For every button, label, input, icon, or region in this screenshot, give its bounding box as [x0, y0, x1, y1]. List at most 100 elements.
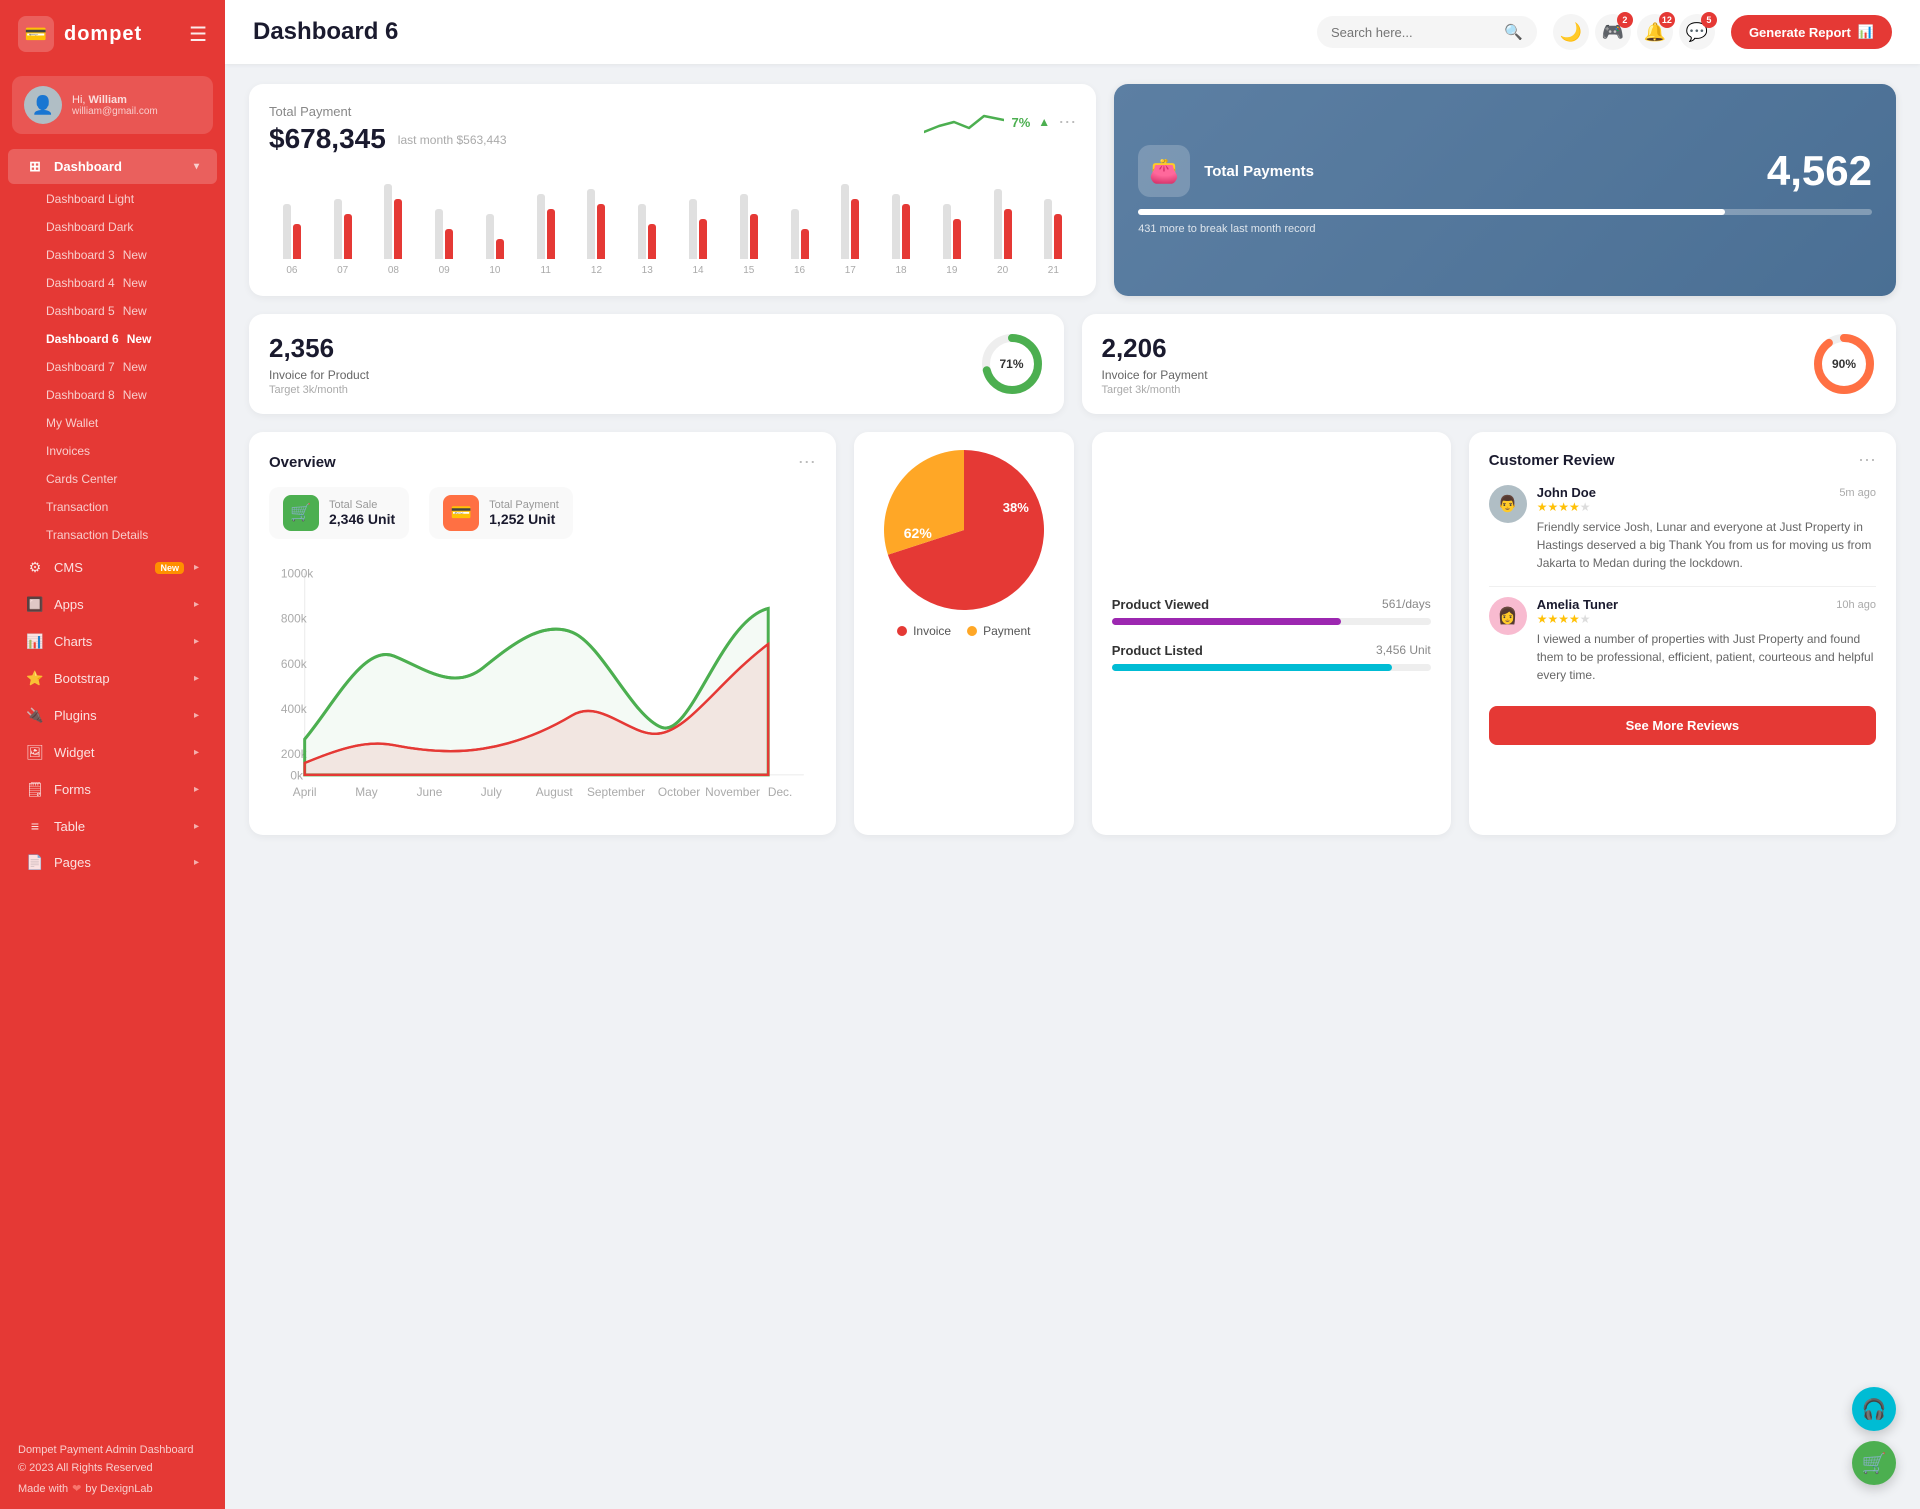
total-payment-stat-value: 1,252 Unit: [489, 511, 559, 527]
sub-nav-item-mywallet[interactable]: My Wallet: [0, 409, 225, 437]
search-input[interactable]: [1331, 25, 1496, 40]
sidebar-item-dashboard[interactable]: ⊞ Dashboard ▾: [8, 149, 217, 184]
row-1: Total Payment $678,345 last month $563,4…: [249, 84, 1896, 296]
review-time-2: 10h ago: [1836, 599, 1876, 611]
messages-badge: 5: [1701, 12, 1717, 28]
bar-group-10: [472, 214, 518, 259]
notifications-button[interactable]: 🔔 12: [1637, 14, 1673, 50]
review-item-1: 👨 John Doe 5m ago ★★★★★ Friendly service…: [1489, 485, 1876, 572]
reviewer-avatar-2: 👩: [1489, 597, 1527, 635]
more-options-icon[interactable]: ⋯: [1058, 112, 1076, 133]
invoice-product-donut: 71%: [980, 332, 1044, 396]
svg-text:Dec.: Dec.: [768, 785, 792, 799]
svg-text:August: August: [536, 785, 574, 799]
invoice-payment-value: 2,206: [1102, 333, 1208, 364]
sub-nav-item-transaction[interactable]: Transaction: [0, 493, 225, 521]
customer-review-card: Customer Review ⋯ 👨 John Doe 5m ago ★★★★…: [1469, 432, 1896, 835]
sub-nav-item-transaction-details[interactable]: Transaction Details: [0, 521, 225, 549]
bar-chart-container: 06070809101112131415161718192021: [269, 169, 1076, 276]
sidebar-item-label: Apps: [54, 597, 184, 612]
sidebar-item-charts[interactable]: 📊 Charts ▸: [8, 624, 217, 659]
avatar: 👤: [24, 86, 62, 124]
svg-text:October: October: [658, 785, 700, 799]
sub-nav-item-cards-center[interactable]: Cards Center: [0, 465, 225, 493]
row-3: Overview ⋯ 🛒 Total Sale 2,346 Unit 💳: [249, 432, 1896, 835]
overview-more-icon[interactable]: ⋯: [798, 452, 816, 473]
row-2: 2,356 Invoice for Product Target 3k/mont…: [249, 314, 1896, 414]
sidebar-item-label: Table: [54, 819, 184, 834]
bar-group-16: [777, 209, 823, 259]
sub-nav-item-dashboard-dark[interactable]: Dashboard Dark: [0, 213, 225, 241]
product-viewed-bar-bg: [1112, 618, 1431, 625]
product-listed-count: 3,456 Unit: [1376, 643, 1431, 657]
sub-nav-item-invoices[interactable]: Invoices: [0, 437, 225, 465]
reviewer-name-1: John Doe: [1537, 485, 1596, 500]
support-fab[interactable]: 🎧: [1852, 1387, 1896, 1431]
logo-icon: 💳: [18, 16, 54, 52]
bar-group-13: [624, 204, 670, 259]
user-email: william@gmail.com: [72, 106, 158, 117]
sidebar-item-label: Pages: [54, 855, 184, 870]
svg-text:400k: 400k: [281, 702, 307, 716]
dashboard-icon: ⊞: [26, 158, 44, 175]
review-more-icon[interactable]: ⋯: [1858, 450, 1876, 471]
total-payment-title: Total Payment: [269, 104, 507, 119]
sidebar-item-cms[interactable]: ⚙ CMS New ▸: [8, 550, 217, 585]
bar-labels: 06070809101112131415161718192021: [269, 265, 1076, 276]
invoice-product-value: 2,356: [269, 333, 369, 364]
sidebar-item-forms[interactable]: 🗒 Forms ▸: [8, 772, 217, 807]
hamburger-icon[interactable]: ☰: [189, 22, 207, 47]
generate-report-button[interactable]: Generate Report 📊: [1731, 15, 1892, 49]
bar-group-09: [421, 209, 467, 259]
sidebar-item-apps[interactable]: 🔲 Apps ▸: [8, 587, 217, 622]
reviewer-name-2: Amelia Tuner: [1537, 597, 1618, 612]
svg-text:July: July: [481, 785, 502, 799]
sub-nav-item-dashboard-light[interactable]: Dashboard Light: [0, 185, 225, 213]
sub-nav-item-dashboard6[interactable]: Dashboard 6 New: [0, 325, 225, 353]
gamepad-button[interactable]: 🎮 2: [1595, 14, 1631, 50]
total-payment-stat: 💳 Total Payment 1,252 Unit: [429, 487, 573, 539]
sidebar-item-bootstrap[interactable]: ⭐ Bootstrap ▸: [8, 661, 217, 696]
sidebar-item-pages[interactable]: 📄 Pages ▸: [8, 845, 217, 880]
sale-icon: 🛒: [283, 495, 319, 531]
total-payment-label: Total Payment: [489, 499, 559, 511]
see-more-reviews-button[interactable]: See More Reviews: [1489, 706, 1876, 745]
product-listed-label: Product Listed: [1112, 643, 1203, 658]
overview-stats: 🛒 Total Sale 2,346 Unit 💳 Total Payment …: [269, 487, 816, 539]
sidebar-item-label: Widget: [54, 745, 184, 760]
main-content: Dashboard 6 🔍 🌙 🎮 2 🔔 12 💬 5 Generate Re…: [225, 0, 1920, 1509]
sub-nav-item-dashboard7[interactable]: Dashboard 7 New: [0, 353, 225, 381]
sub-nav-item-dashboard4[interactable]: Dashboard 4 New: [0, 269, 225, 297]
sub-nav-item-dashboard3[interactable]: Dashboard 3 New: [0, 241, 225, 269]
chevron-right-icon: ▸: [194, 821, 199, 832]
bootstrap-icon: ⭐: [26, 670, 44, 687]
floating-buttons: 🎧 🛒: [1852, 1387, 1896, 1485]
bar-group-17: [827, 184, 873, 259]
user-greeting: Hi, William: [72, 94, 158, 106]
invoice-product-pct: 71%: [999, 357, 1023, 371]
total-payment-sub: last month $563,443: [398, 133, 507, 147]
invoice-legend-label: Invoice: [913, 624, 951, 638]
messages-button[interactable]: 💬 5: [1679, 14, 1715, 50]
sidebar-item-plugins[interactable]: 🔌 Plugins ▸: [8, 698, 217, 733]
bar-group-12: [574, 189, 620, 259]
theme-toggle-button[interactable]: 🌙: [1553, 14, 1589, 50]
cms-icon: ⚙: [26, 559, 44, 576]
sub-nav-item-dashboard8[interactable]: Dashboard 8 New: [0, 381, 225, 409]
pages-icon: 📄: [26, 854, 44, 871]
product-listed-bar-bg: [1112, 664, 1431, 671]
reviewer-avatar-1: 👨: [1489, 485, 1527, 523]
sub-nav-item-dashboard5[interactable]: Dashboard 5 New: [0, 297, 225, 325]
sidebar-item-label: Forms: [54, 782, 184, 797]
sidebar-item-table[interactable]: ≡ Table ▸: [8, 809, 217, 843]
review-title: Customer Review: [1489, 452, 1615, 469]
review-text-1: Friendly service Josh, Lunar and everyon…: [1537, 518, 1876, 572]
bar-group-06: [269, 204, 315, 259]
chevron-right-icon: ▸: [194, 710, 199, 721]
cart-fab[interactable]: 🛒: [1852, 1441, 1896, 1485]
sidebar-item-widget[interactable]: 🖼 Widget ▸: [8, 735, 217, 770]
svg-text:1000k: 1000k: [281, 567, 313, 581]
payment-pct-label: 38%: [1003, 500, 1029, 515]
sidebar-item-label: Dashboard: [54, 159, 184, 174]
invoice-product-target: Target 3k/month: [269, 384, 369, 396]
